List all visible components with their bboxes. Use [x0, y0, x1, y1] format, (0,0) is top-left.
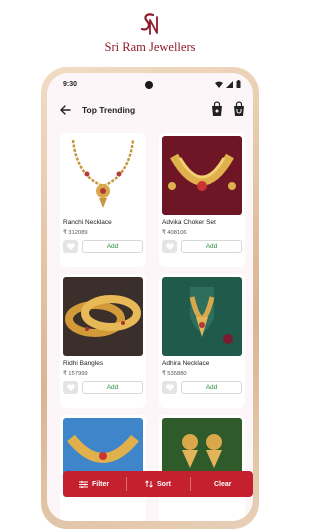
product-card[interactable] — [60, 415, 146, 521]
page-title: Top Trending — [82, 105, 136, 115]
brand-header: Sri Ram Jewellers — [0, 0, 300, 62]
add-to-cart-button[interactable]: Add — [82, 381, 143, 394]
wifi-icon — [215, 81, 223, 88]
sort-icon — [145, 480, 153, 488]
clear-button[interactable]: Clear — [214, 471, 232, 497]
bottom-action-bar: Filter Sort Clear — [63, 471, 253, 497]
brand-logo-icon — [140, 13, 158, 35]
product-image[interactable] — [63, 277, 143, 356]
heart-icon — [165, 384, 174, 391]
add-to-cart-button[interactable]: Add — [82, 240, 143, 253]
sort-label: Sort — [157, 480, 171, 488]
filter-icon — [79, 480, 88, 488]
choker-image-icon — [168, 153, 236, 191]
status-time: 9:30 — [63, 81, 78, 88]
wishlist-button[interactable] — [162, 381, 177, 394]
cart-bag-icon[interactable] — [232, 101, 246, 117]
filter-button[interactable]: Filter — [79, 471, 109, 497]
brand-name: Sri Ram Jewellers — [104, 40, 196, 54]
filter-label: Filter — [92, 480, 110, 488]
camera-cutout — [145, 81, 153, 89]
wishlist-button[interactable] — [63, 240, 78, 253]
arrow-left-icon[interactable] — [57, 102, 73, 118]
product-card[interactable]: Ranchi Necklace ₹ 312089 Add — [60, 133, 146, 267]
app-screen: 9:30 Top Trending Ranchi Necklace ₹ 3120… — [47, 73, 253, 521]
signal-icon — [226, 80, 233, 88]
heart-icon — [165, 243, 174, 250]
clear-label: Clear — [214, 480, 232, 488]
product-card[interactable]: Adhira Necklace ₹ 535880 Add — [159, 274, 245, 408]
status-icons — [215, 80, 241, 88]
product-name: Adhira Necklace — [162, 360, 210, 367]
add-to-cart-button[interactable]: Add — [181, 381, 242, 394]
bangles-image-icon — [65, 295, 141, 337]
add-to-cart-button[interactable]: Add — [181, 240, 242, 253]
heart-icon — [66, 243, 75, 250]
product-card[interactable]: Advika Choker Set ₹ 408106 Add — [159, 133, 245, 267]
app-bar: Top Trending — [47, 99, 253, 123]
heart-icon — [66, 384, 75, 391]
wishlist-button[interactable] — [63, 381, 78, 394]
product-name: Ridhi Bangles — [63, 360, 104, 367]
bar-divider — [126, 477, 127, 491]
product-price: ₹ 157999 — [63, 371, 88, 377]
phone-frame: 9:30 Top Trending Ranchi Necklace ₹ 3120… — [41, 67, 259, 529]
product-name: Advika Choker Set — [162, 219, 216, 226]
product-price: ₹ 408106 — [162, 230, 187, 236]
sort-button[interactable]: Sort — [145, 471, 171, 497]
necklace-image-icon — [189, 287, 233, 344]
battery-icon — [236, 80, 241, 88]
necklace-image-icon — [71, 139, 135, 208]
product-image[interactable] — [63, 136, 143, 215]
product-price: ₹ 312089 — [63, 230, 88, 236]
product-image[interactable] — [162, 136, 242, 215]
product-name: Ranchi Necklace — [63, 219, 112, 226]
product-card[interactable] — [159, 415, 245, 521]
wishlist-button[interactable] — [162, 240, 177, 253]
product-card[interactable]: Ridhi Bangles ₹ 157999 Add — [60, 274, 146, 408]
product-price: ₹ 535880 — [162, 371, 187, 377]
bar-divider — [190, 477, 191, 491]
status-bar: 9:30 — [47, 73, 253, 95]
product-image[interactable] — [162, 277, 242, 356]
shopping-bag-icon[interactable] — [210, 101, 224, 117]
